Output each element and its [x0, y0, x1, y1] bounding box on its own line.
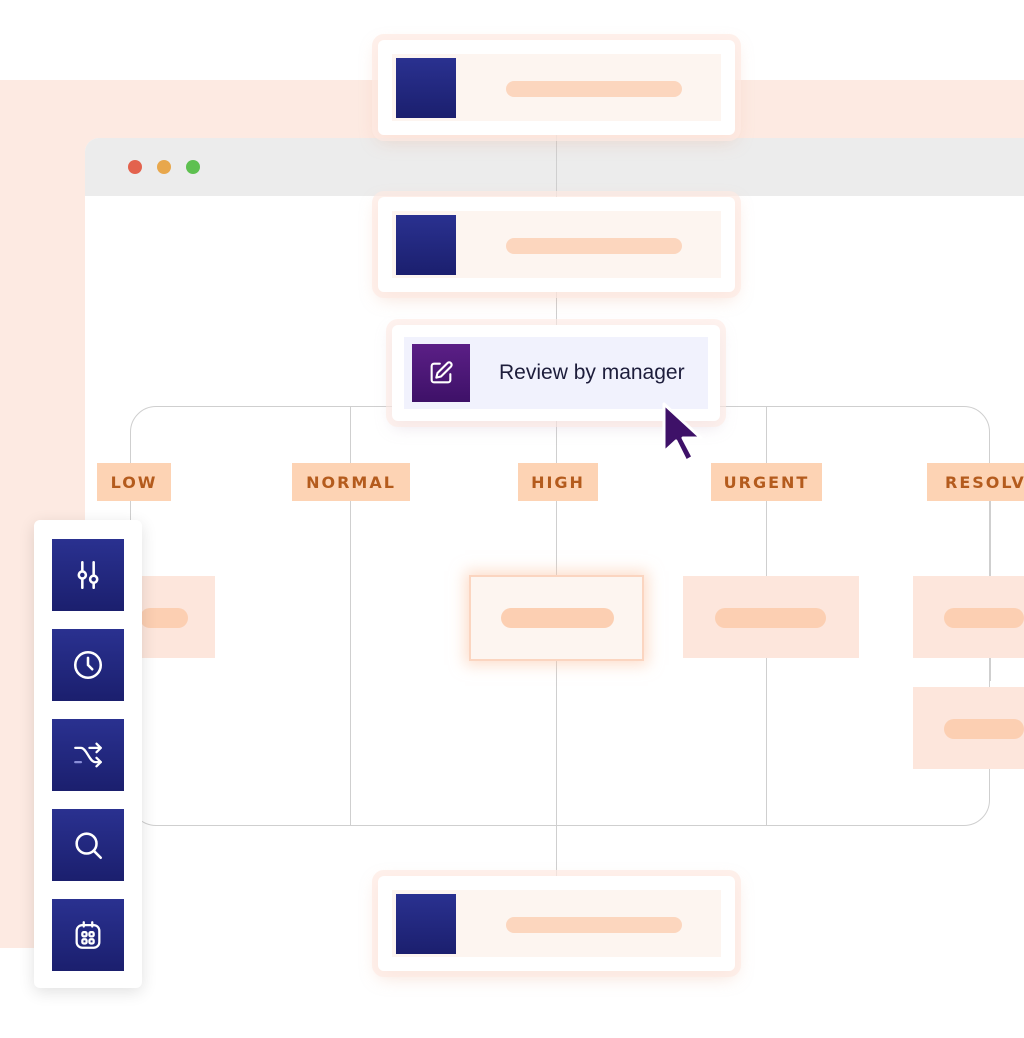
ticket-card[interactable] [683, 576, 859, 658]
clock-icon[interactable] [52, 629, 124, 701]
node-icon-block [396, 215, 456, 275]
ticket-card[interactable] [913, 687, 1024, 769]
ticket-card[interactable] [140, 576, 215, 658]
priority-tag-high[interactable]: HIGH [518, 463, 598, 501]
mouse-pointer-icon [662, 402, 703, 463]
connector-line [556, 501, 557, 879]
connector-line [556, 420, 557, 464]
node-icon-block [396, 894, 456, 954]
connector-line [350, 406, 351, 464]
review-node-label: Review by manager [499, 361, 685, 384]
close-window-dot[interactable] [128, 160, 142, 174]
shuffle-icon[interactable] [52, 719, 124, 791]
priority-tag-normal[interactable]: NORMAL [292, 463, 410, 501]
tool-sidebar [34, 520, 142, 988]
connector-line [350, 501, 351, 826]
node-icon-block [396, 58, 456, 118]
search-icon[interactable] [52, 809, 124, 881]
node-placeholder-text [506, 238, 682, 254]
connector-line [556, 290, 557, 326]
window-titlebar [85, 138, 1024, 196]
calendar-icon[interactable] [52, 899, 124, 971]
node-placeholder-text [506, 917, 682, 933]
connector-line [766, 406, 767, 464]
minimize-window-dot[interactable] [157, 160, 171, 174]
connector-line [766, 501, 767, 826]
ticket-card[interactable] [913, 576, 1024, 658]
maximize-window-dot[interactable] [186, 160, 200, 174]
workflow-node[interactable] [378, 876, 735, 971]
workflow-node[interactable] [378, 40, 735, 135]
priority-tag-resolved[interactable]: RESOLVI [927, 463, 1024, 501]
sliders-icon[interactable] [52, 539, 124, 611]
ticket-card-active[interactable] [471, 577, 642, 659]
edit-icon [412, 344, 470, 402]
node-placeholder-text [506, 81, 682, 97]
priority-tag-urgent[interactable]: URGENT [711, 463, 822, 501]
workflow-node[interactable] [378, 197, 735, 292]
priority-tag-low[interactable]: LOW [97, 463, 171, 501]
